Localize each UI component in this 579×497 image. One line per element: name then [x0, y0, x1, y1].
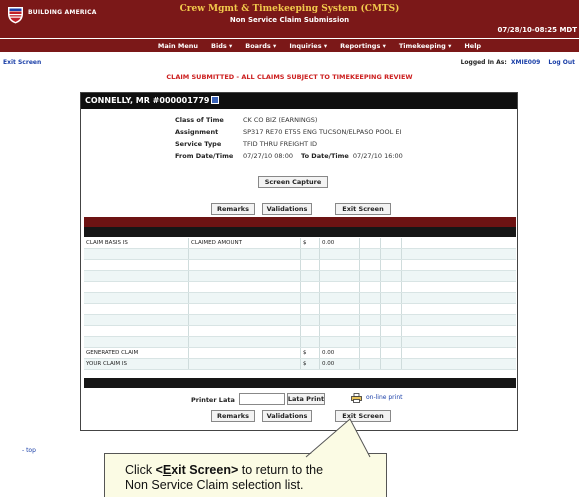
- validations-button-top[interactable]: Validations: [262, 203, 312, 215]
- nav-timekeeping[interactable]: Timekeeping ▾: [399, 42, 452, 50]
- panel-header: CONNELLY, MR #000001779: [81, 93, 517, 109]
- logout-link[interactable]: Log Out: [548, 59, 575, 66]
- user-id: XMIE009: [510, 59, 541, 66]
- printer-icon[interactable]: [351, 393, 362, 403]
- validations-button-bottom[interactable]: Validations: [262, 410, 312, 422]
- nav-bids[interactable]: Bids ▾: [211, 42, 232, 50]
- employee-name: CONNELLY, MR #000001779: [85, 96, 210, 105]
- claim-details: Class of Time CK CO BIZ (EARNINGS) Assig…: [175, 114, 495, 162]
- screen-capture-button[interactable]: Screen Capture: [258, 176, 328, 188]
- table-row: [84, 326, 516, 337]
- table-row: [84, 304, 516, 315]
- exit-screen-button-top[interactable]: Exit Screen: [335, 203, 391, 215]
- nav-help[interactable]: Help: [464, 42, 481, 50]
- service-type-label: Service Type: [175, 140, 222, 148]
- main-nav: Main Menu Bids ▾ Boards ▾ Inquiries ▾ Re…: [0, 39, 579, 52]
- top-link[interactable]: - top: [22, 447, 36, 454]
- section-bar-dark: [84, 227, 516, 237]
- class-of-time-value: CK CO BIZ (EARNINGS): [243, 116, 318, 124]
- session-info: Logged In As: XMIE009 Log Out: [461, 59, 575, 66]
- nav-boards[interactable]: Boards ▾: [245, 42, 276, 50]
- table-row: [84, 293, 516, 304]
- callout-text: Click <Exit Screen> to return to the Non…: [125, 463, 324, 492]
- current-datetime: 07/28/10-08:25 MDT: [497, 26, 577, 34]
- class-of-time-label: Class of Time: [175, 116, 224, 124]
- online-print-link[interactable]: on-line print: [366, 394, 402, 401]
- from-datetime-value: 07/27/10 08:00: [243, 152, 293, 160]
- nav-inquiries[interactable]: Inquiries ▾: [289, 42, 327, 50]
- to-datetime-label: To Date/Time: [301, 152, 349, 160]
- section-bar-bottom: [84, 378, 516, 388]
- table-row: [84, 315, 516, 326]
- lata-print-button[interactable]: Lata Print: [287, 393, 325, 405]
- table-row: [84, 260, 516, 271]
- from-datetime-label: From Date/Time: [175, 152, 234, 160]
- service-type-value: TFID THRU FREIGHT ID: [243, 140, 318, 148]
- to-datetime-value: 07/27/10 16:00: [352, 152, 403, 160]
- tutorial-callout: Click <Exit Screen> to return to the Non…: [104, 453, 387, 497]
- remarks-button-top[interactable]: Remarks: [211, 203, 255, 215]
- table-row: [84, 271, 516, 282]
- printer-lata-input[interactable]: [239, 393, 285, 405]
- app-subtitle: Non Service Claim Submission: [229, 16, 350, 24]
- claim-panel: CONNELLY, MR #000001779 Class of Time CK…: [80, 92, 518, 431]
- section-bar: [84, 217, 516, 227]
- nav-reportings[interactable]: Reportings ▾: [340, 42, 386, 50]
- table-row: YOUR CLAIM IS $0.00: [84, 359, 516, 370]
- claim-grid: CLAIM BASIS IS CLAIMED AMOUNT $0.00 GENERA…: [84, 238, 516, 370]
- app-header: BUILDING AMERICA Crew Mgmt & Timekeeping…: [0, 0, 579, 39]
- table-row: CLAIM BASIS IS CLAIMED AMOUNT $0.00: [84, 238, 516, 249]
- exit-screen-link[interactable]: Exit Screen: [3, 59, 41, 66]
- remarks-button-bottom[interactable]: Remarks: [211, 410, 255, 422]
- nav-main-menu[interactable]: Main Menu: [158, 42, 198, 50]
- table-row: [84, 337, 516, 348]
- app-title: Crew Mgmt & Timekeeping System (CMTS): [179, 4, 400, 14]
- info-icon[interactable]: [211, 96, 220, 104]
- assignment-label: Assignment: [175, 128, 219, 136]
- assignment-value: SP317 RE70 ET55 ENG TUCSON/ELPASO POOL E…: [243, 128, 402, 136]
- status-message: CLAIM SUBMITTED - ALL CLAIMS SUBJECT TO …: [166, 73, 413, 81]
- table-row: [84, 249, 516, 260]
- table-row: [84, 282, 516, 293]
- logged-in-label: Logged In As:: [460, 59, 507, 66]
- exit-screen-button-bottom[interactable]: Exit Screen: [335, 410, 391, 422]
- printer-lata-label: Printer Lata: [191, 396, 235, 404]
- table-row: GENERATED CLAIM $0.00: [84, 348, 516, 359]
